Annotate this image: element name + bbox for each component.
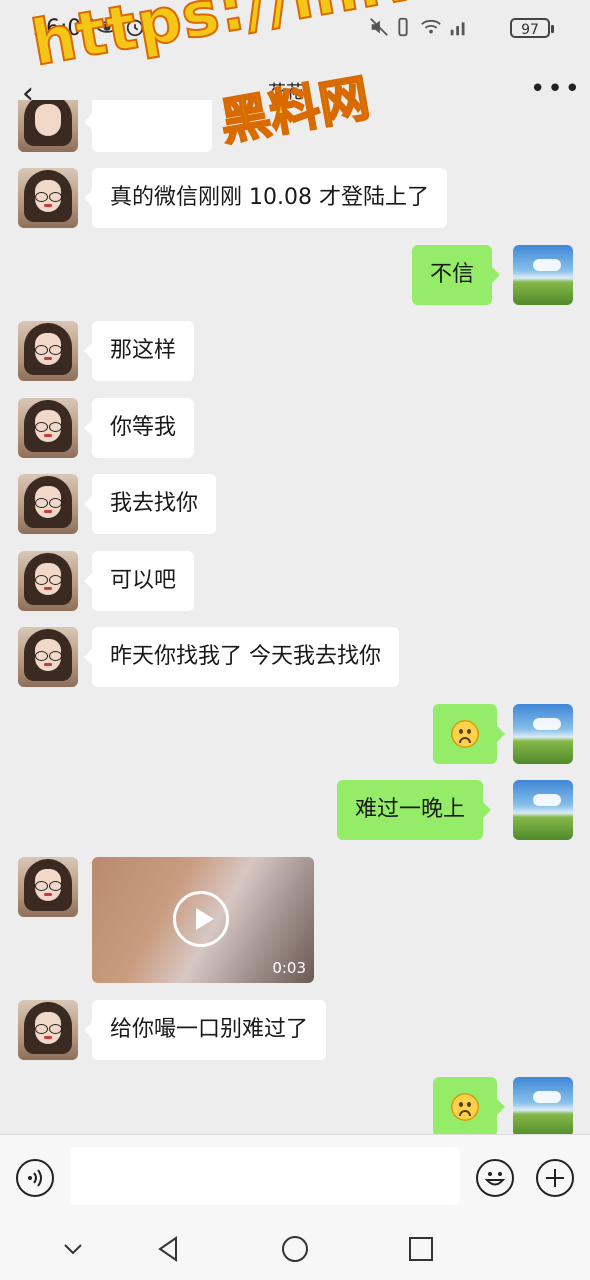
chat-message-list[interactable]: 真的微信刚刚 10.08 才登陆上了 不信 那这样 你等我 我去找你 可以吧 昨…	[0, 100, 590, 1134]
sad-face-emoji-icon	[451, 720, 479, 748]
contact-avatar[interactable]	[18, 551, 78, 611]
sad-face-emoji-icon	[451, 1093, 479, 1121]
user-avatar[interactable]	[513, 245, 573, 305]
recents-square-icon[interactable]	[406, 1234, 436, 1264]
back-triangle-icon[interactable]	[154, 1234, 184, 1264]
message-bubble-outgoing[interactable]	[433, 1077, 505, 1134]
wifi-icon	[421, 19, 441, 34]
video-message[interactable]: 0:03	[92, 857, 314, 983]
signal-icon	[450, 22, 465, 36]
message-bubble-incoming[interactable]: 真的微信刚刚 10.08 才登陆上了	[84, 168, 447, 228]
vibrate-icon	[398, 17, 408, 37]
contact-avatar[interactable]	[18, 100, 78, 152]
user-avatar[interactable]	[513, 780, 573, 840]
message-bubble-outgoing[interactable]: 不信	[412, 245, 501, 305]
user-avatar[interactable]	[513, 704, 573, 764]
message-bubble-incoming[interactable]: 我去找你	[83, 474, 217, 534]
message-bubble-outgoing[interactable]: 难过一晚上	[337, 780, 492, 840]
home-circle-icon[interactable]	[280, 1234, 310, 1264]
message-bubble-incoming[interactable]: 那这样	[83, 321, 195, 381]
message-bubble-incoming[interactable]	[84, 100, 212, 152]
contact-avatar[interactable]	[18, 398, 78, 458]
message-bubble-incoming[interactable]: 给你嘬一口别难过了	[83, 1000, 327, 1060]
contact-avatar[interactable]	[18, 321, 78, 381]
contact-avatar[interactable]	[18, 168, 78, 228]
message-bubble-incoming[interactable]: 你等我	[83, 398, 195, 458]
contact-avatar[interactable]	[18, 857, 78, 917]
play-icon[interactable]	[173, 891, 229, 947]
system-navigation-bar	[0, 1224, 590, 1280]
plus-icon[interactable]	[536, 1159, 574, 1197]
emoji-icon[interactable]	[476, 1159, 514, 1197]
video-duration: 0:03	[272, 959, 306, 977]
battery-indicator: 97	[510, 18, 554, 38]
message-input[interactable]	[70, 1147, 460, 1205]
message-bubble-outgoing[interactable]	[433, 704, 505, 764]
message-bubble-incoming[interactable]: 昨天你找我了 今天我去找你	[84, 627, 399, 687]
contact-avatar[interactable]	[18, 474, 78, 534]
contact-avatar[interactable]	[18, 627, 78, 687]
contact-avatar[interactable]	[18, 1000, 78, 1060]
message-bubble-incoming[interactable]: 可以吧	[83, 551, 195, 611]
voice-icon[interactable]	[16, 1159, 54, 1197]
chevron-down-icon[interactable]	[60, 1236, 86, 1262]
input-bar	[0, 1134, 590, 1225]
user-avatar[interactable]	[513, 1077, 573, 1134]
